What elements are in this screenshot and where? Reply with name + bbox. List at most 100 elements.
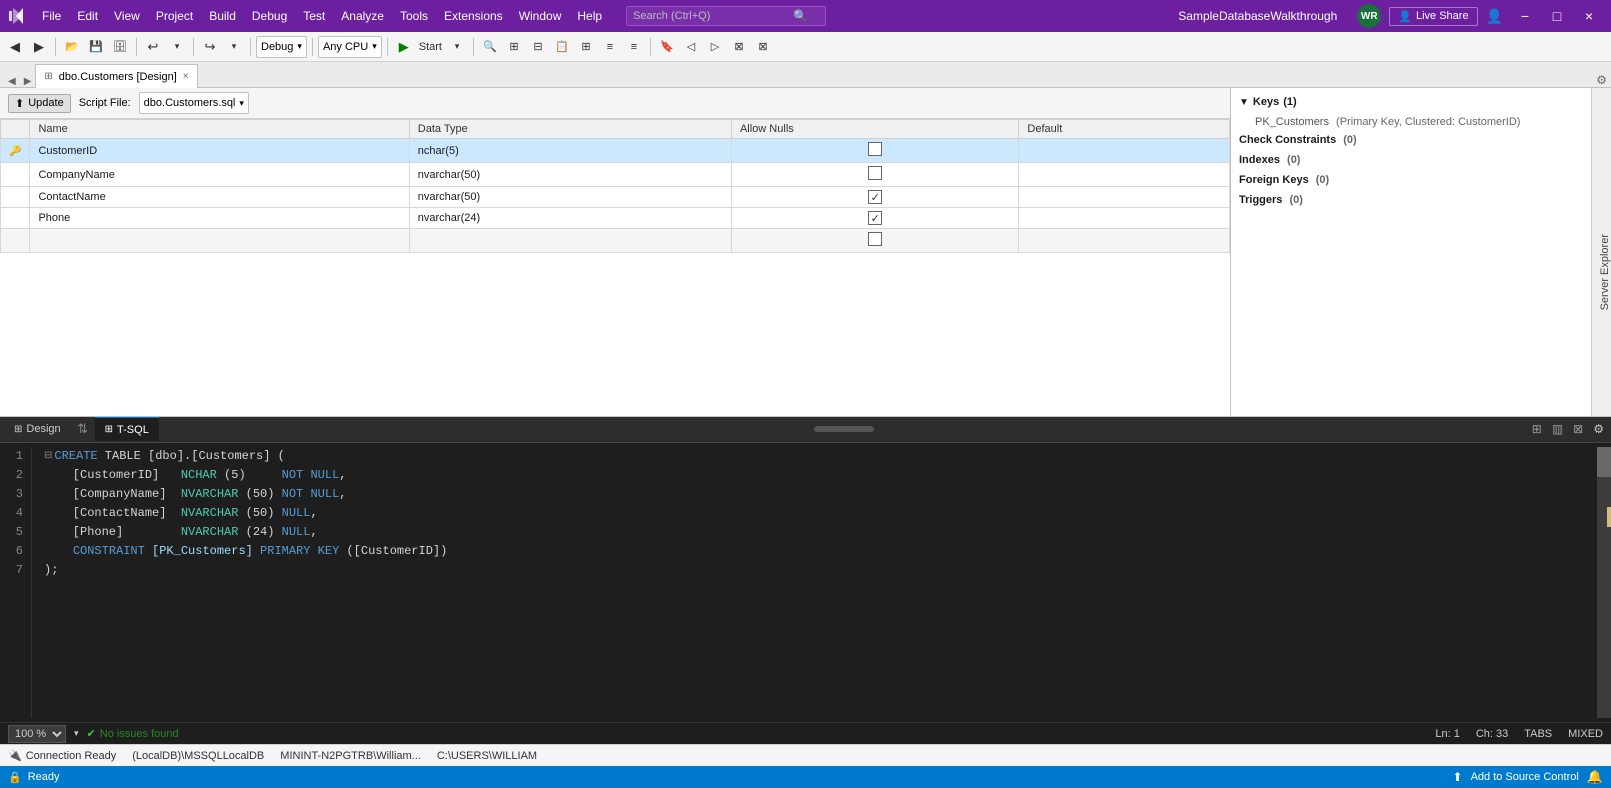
zoom-select[interactable]: 100 % xyxy=(8,725,66,743)
menu-window[interactable]: Window xyxy=(511,0,570,32)
toolbar-save-btn[interactable]: 💾 xyxy=(85,36,107,58)
col-nulls-cell[interactable] xyxy=(731,163,1018,187)
search-box[interactable]: 🔍 xyxy=(626,6,826,26)
menu-view[interactable]: View xyxy=(106,0,148,32)
tab-scroll-right[interactable]: ▶ xyxy=(20,76,36,87)
editor-scrollbar[interactable] xyxy=(1597,447,1611,719)
table-row[interactable]: CompanyName nvarchar(50) xyxy=(1,163,1230,187)
code-line-4[interactable]: [ContactName] NVARCHAR (50) NULL , xyxy=(44,504,1585,523)
menu-test[interactable]: Test xyxy=(295,0,333,32)
table-row-new[interactable] xyxy=(1,229,1230,253)
menu-file[interactable]: File xyxy=(34,0,69,32)
toolbar-btn-a[interactable]: 🔍 xyxy=(479,36,501,58)
new-col-name[interactable] xyxy=(30,229,409,253)
tab-settings-btn[interactable]: ⚙ xyxy=(1592,73,1611,87)
code-line-2[interactable]: [CustomerID] NCHAR (5) NOT NULL , xyxy=(44,466,1585,485)
tab-scroll-left[interactable]: ◀ xyxy=(4,76,20,87)
triggers-item[interactable]: Triggers (0) xyxy=(1239,190,1583,210)
code-lines[interactable]: ⊟ CREATE TABLE [dbo].[Customers] ( [Cust… xyxy=(32,447,1597,719)
toolbar-undo-btn[interactable]: ↩ xyxy=(142,36,164,58)
toolbar-saveall-btn[interactable]: 🗄 xyxy=(109,36,131,58)
editor-icon-2[interactable]: ▥ xyxy=(1549,420,1566,438)
minimize-button[interactable]: − xyxy=(1511,0,1539,32)
foreign-keys-item[interactable]: Foreign Keys (0) xyxy=(1239,170,1583,190)
nulls-checkbox[interactable] xyxy=(868,166,882,180)
settings-icon[interactable]: ⚙ xyxy=(1590,420,1607,438)
col-datatype-cell[interactable]: nvarchar(24) xyxy=(409,208,731,229)
col-nulls-cell[interactable] xyxy=(731,187,1018,208)
editor-icon-1[interactable]: ⊞ xyxy=(1529,420,1545,438)
pk-item[interactable]: PK_Customers (Primary Key, Clustered: Cu… xyxy=(1239,114,1583,130)
toolbar-back-btn[interactable]: ◀ xyxy=(4,36,26,58)
table-row[interactable]: Phone nvarchar(24) xyxy=(1,208,1230,229)
toolbar-redo-drop[interactable]: ▾ xyxy=(223,36,245,58)
tab-design-bottom[interactable]: ⊞ Design xyxy=(4,417,71,441)
person-icon[interactable]: 👤 xyxy=(1486,8,1503,25)
code-line-1[interactable]: ⊟ CREATE TABLE [dbo].[Customers] ( xyxy=(44,447,1585,466)
close-button[interactable]: × xyxy=(1575,0,1603,32)
toolbar-btn-l[interactable]: ⊠ xyxy=(752,36,774,58)
col-name-cell[interactable]: Phone xyxy=(30,208,409,229)
tab-design[interactable]: ⊞ dbo.Customers [Design] × xyxy=(35,64,197,88)
toolbar-btn-j[interactable]: ▷ xyxy=(704,36,726,58)
nulls-checkbox[interactable] xyxy=(868,190,882,204)
keys-section-header[interactable]: ▼ Keys (1) xyxy=(1239,96,1583,108)
script-file-dropdown[interactable]: dbo.Customers.sql ▾ xyxy=(139,92,249,114)
code-line-6[interactable]: CONSTRAINT [PK_Customers] PRIMARY KEY ([… xyxy=(44,542,1585,561)
toolbar-btn-d[interactable]: 📋 xyxy=(551,36,573,58)
new-col-nulls[interactable] xyxy=(731,229,1018,253)
menu-analyze[interactable]: Analyze xyxy=(333,0,392,32)
add-source-control-label[interactable]: Add to Source Control xyxy=(1471,771,1579,783)
menu-build[interactable]: Build xyxy=(201,0,244,32)
menu-debug[interactable]: Debug xyxy=(244,0,295,32)
maximize-button[interactable]: □ xyxy=(1543,0,1571,32)
menu-project[interactable]: Project xyxy=(148,0,201,32)
col-nulls-cell[interactable] xyxy=(731,139,1018,163)
col-datatype-cell[interactable]: nvarchar(50) xyxy=(409,187,731,208)
col-default-cell[interactable] xyxy=(1019,187,1230,208)
toolbar-btn-i[interactable]: ◁ xyxy=(680,36,702,58)
debug-config-dropdown[interactable]: Debug ▾ xyxy=(256,36,307,58)
code-line-3[interactable]: [CompanyName] NVARCHAR (50) NOT NULL , xyxy=(44,485,1585,504)
toolbar-undo-drop[interactable]: ▾ xyxy=(166,36,188,58)
toolbar-btn-c[interactable]: ⊟ xyxy=(527,36,549,58)
notification-icon[interactable]: 🔔 xyxy=(1587,769,1603,785)
cpu-config-dropdown[interactable]: Any CPU ▾ xyxy=(318,36,382,58)
server-explorer-sidebar[interactable]: Server Explorer xyxy=(1591,88,1611,416)
start-btn[interactable]: ▶ xyxy=(393,36,415,58)
toolbar-btn-h[interactable]: 🔖 xyxy=(656,36,678,58)
toolbar-btn-f[interactable]: ≡ xyxy=(599,36,621,58)
toolbar-redo-btn[interactable]: ↪ xyxy=(199,36,221,58)
new-col-datatype[interactable] xyxy=(409,229,731,253)
toolbar-btn-b[interactable]: ⊞ xyxy=(503,36,525,58)
indexes-item[interactable]: Indexes (0) xyxy=(1239,150,1583,170)
live-share-button[interactable]: 👤 Live Share xyxy=(1389,7,1477,26)
col-nulls-cell[interactable] xyxy=(731,208,1018,229)
col-datatype-cell[interactable]: nchar(5) xyxy=(409,139,731,163)
toolbar-open-btn[interactable]: 📂 xyxy=(61,36,83,58)
col-datatype-cell[interactable]: nvarchar(50) xyxy=(409,163,731,187)
nulls-checkbox[interactable] xyxy=(868,211,882,225)
col-default-cell[interactable] xyxy=(1019,163,1230,187)
menu-help[interactable]: Help xyxy=(569,0,610,32)
editor-icon-3[interactable]: ⊠ xyxy=(1570,420,1586,438)
nulls-checkbox[interactable] xyxy=(868,142,882,156)
toolbar-fwd-btn[interactable]: ▶ xyxy=(28,36,50,58)
check-constraints-item[interactable]: Check Constraints (0) xyxy=(1239,130,1583,150)
col-name-cell[interactable]: ContactName xyxy=(30,187,409,208)
new-col-default[interactable] xyxy=(1019,229,1230,253)
code-line-7[interactable]: ); xyxy=(44,561,1585,580)
code-line-5[interactable]: [Phone] NVARCHAR (24) NULL , xyxy=(44,523,1585,542)
toolbar-btn-k[interactable]: ⊠ xyxy=(728,36,750,58)
col-name-cell[interactable]: CompanyName xyxy=(30,163,409,187)
update-button[interactable]: ⬆ Update xyxy=(8,94,71,113)
col-default-cell[interactable] xyxy=(1019,139,1230,163)
tab-tsql-bottom[interactable]: ⊞ T-SQL xyxy=(95,417,159,441)
table-row[interactable]: ContactName nvarchar(50) xyxy=(1,187,1230,208)
search-input[interactable] xyxy=(633,10,793,22)
menu-tools[interactable]: Tools xyxy=(392,0,436,32)
menu-extensions[interactable]: Extensions xyxy=(436,0,511,32)
toolbar-btn-e[interactable]: ⊞ xyxy=(575,36,597,58)
toolbar-btn-g[interactable]: ≡ xyxy=(623,36,645,58)
table-row[interactable]: 🔑 CustomerID nchar(5) xyxy=(1,139,1230,163)
